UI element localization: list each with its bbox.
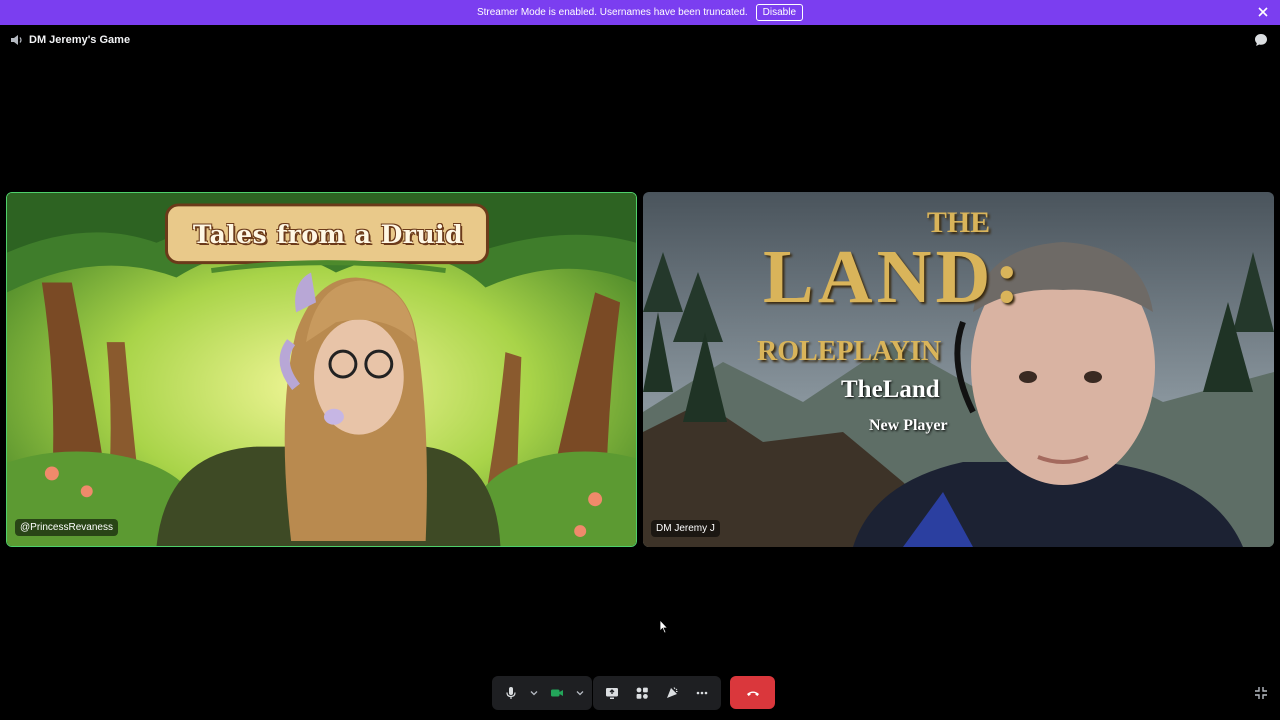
stream-title: Tales from a Druid — [192, 219, 464, 249]
overlay-new-player: New Player — [869, 417, 948, 434]
banner-text: Streamer Mode is enabled. Usernames have… — [476, 7, 748, 18]
hang-up-icon — [746, 691, 759, 696]
participant-name: DM Jeremy J — [651, 520, 720, 537]
mic-camera-group — [492, 676, 592, 710]
actions-group — [593, 676, 721, 710]
more-icon — [696, 691, 708, 695]
audio-video-controls — [492, 676, 592, 710]
more-options-button[interactable] — [687, 678, 717, 708]
overlay-line-land: LAND: — [763, 235, 1024, 319]
streamer-mode-banner: Streamer Mode is enabled. Usernames have… — [0, 0, 1280, 25]
soundboard-button[interactable] — [657, 678, 687, 708]
speaker-icon — [11, 35, 22, 45]
screen-share-button[interactable] — [597, 678, 627, 708]
close-icon[interactable] — [1256, 5, 1270, 19]
channel-name: DM Jeremy's Game — [29, 34, 131, 46]
overlay-site: TheLand — [841, 376, 940, 403]
activities-button[interactable] — [627, 678, 657, 708]
call-header: DM Jeremy's Game — [0, 25, 1280, 55]
mouse-cursor-icon — [659, 619, 669, 634]
microphone-icon — [506, 687, 516, 699]
activity-controls — [593, 676, 721, 710]
soundboard-icon — [667, 687, 678, 698]
chevron-down-icon — [530, 691, 538, 696]
disconnect-button[interactable] — [730, 676, 775, 709]
screen-share-icon — [606, 688, 618, 699]
video-tile-dm-jeremy[interactable]: THE LAND: ROLEPLAYIN TheLand New Player … — [643, 192, 1274, 547]
chevron-down-icon — [576, 691, 584, 696]
overlay-line-roleplaying: ROLEPLAYIN — [757, 336, 942, 367]
participant-name: @PrincessRevaness — [15, 519, 118, 536]
microphone-button[interactable] — [496, 678, 526, 708]
camera-icon — [551, 689, 563, 697]
microphone-options-button[interactable] — [526, 678, 542, 708]
video-tile-princessrevaness[interactable]: Tales from a Druid @PrincessRevaness — [6, 192, 637, 547]
disable-streamer-mode-button[interactable]: Disable — [755, 4, 804, 21]
camera-options-button[interactable] — [572, 678, 588, 708]
chat-icon[interactable] — [1254, 33, 1268, 47]
fullscreen-exit-icon[interactable] — [1254, 686, 1268, 700]
camera-button[interactable] — [542, 678, 572, 708]
activities-icon — [636, 687, 648, 699]
